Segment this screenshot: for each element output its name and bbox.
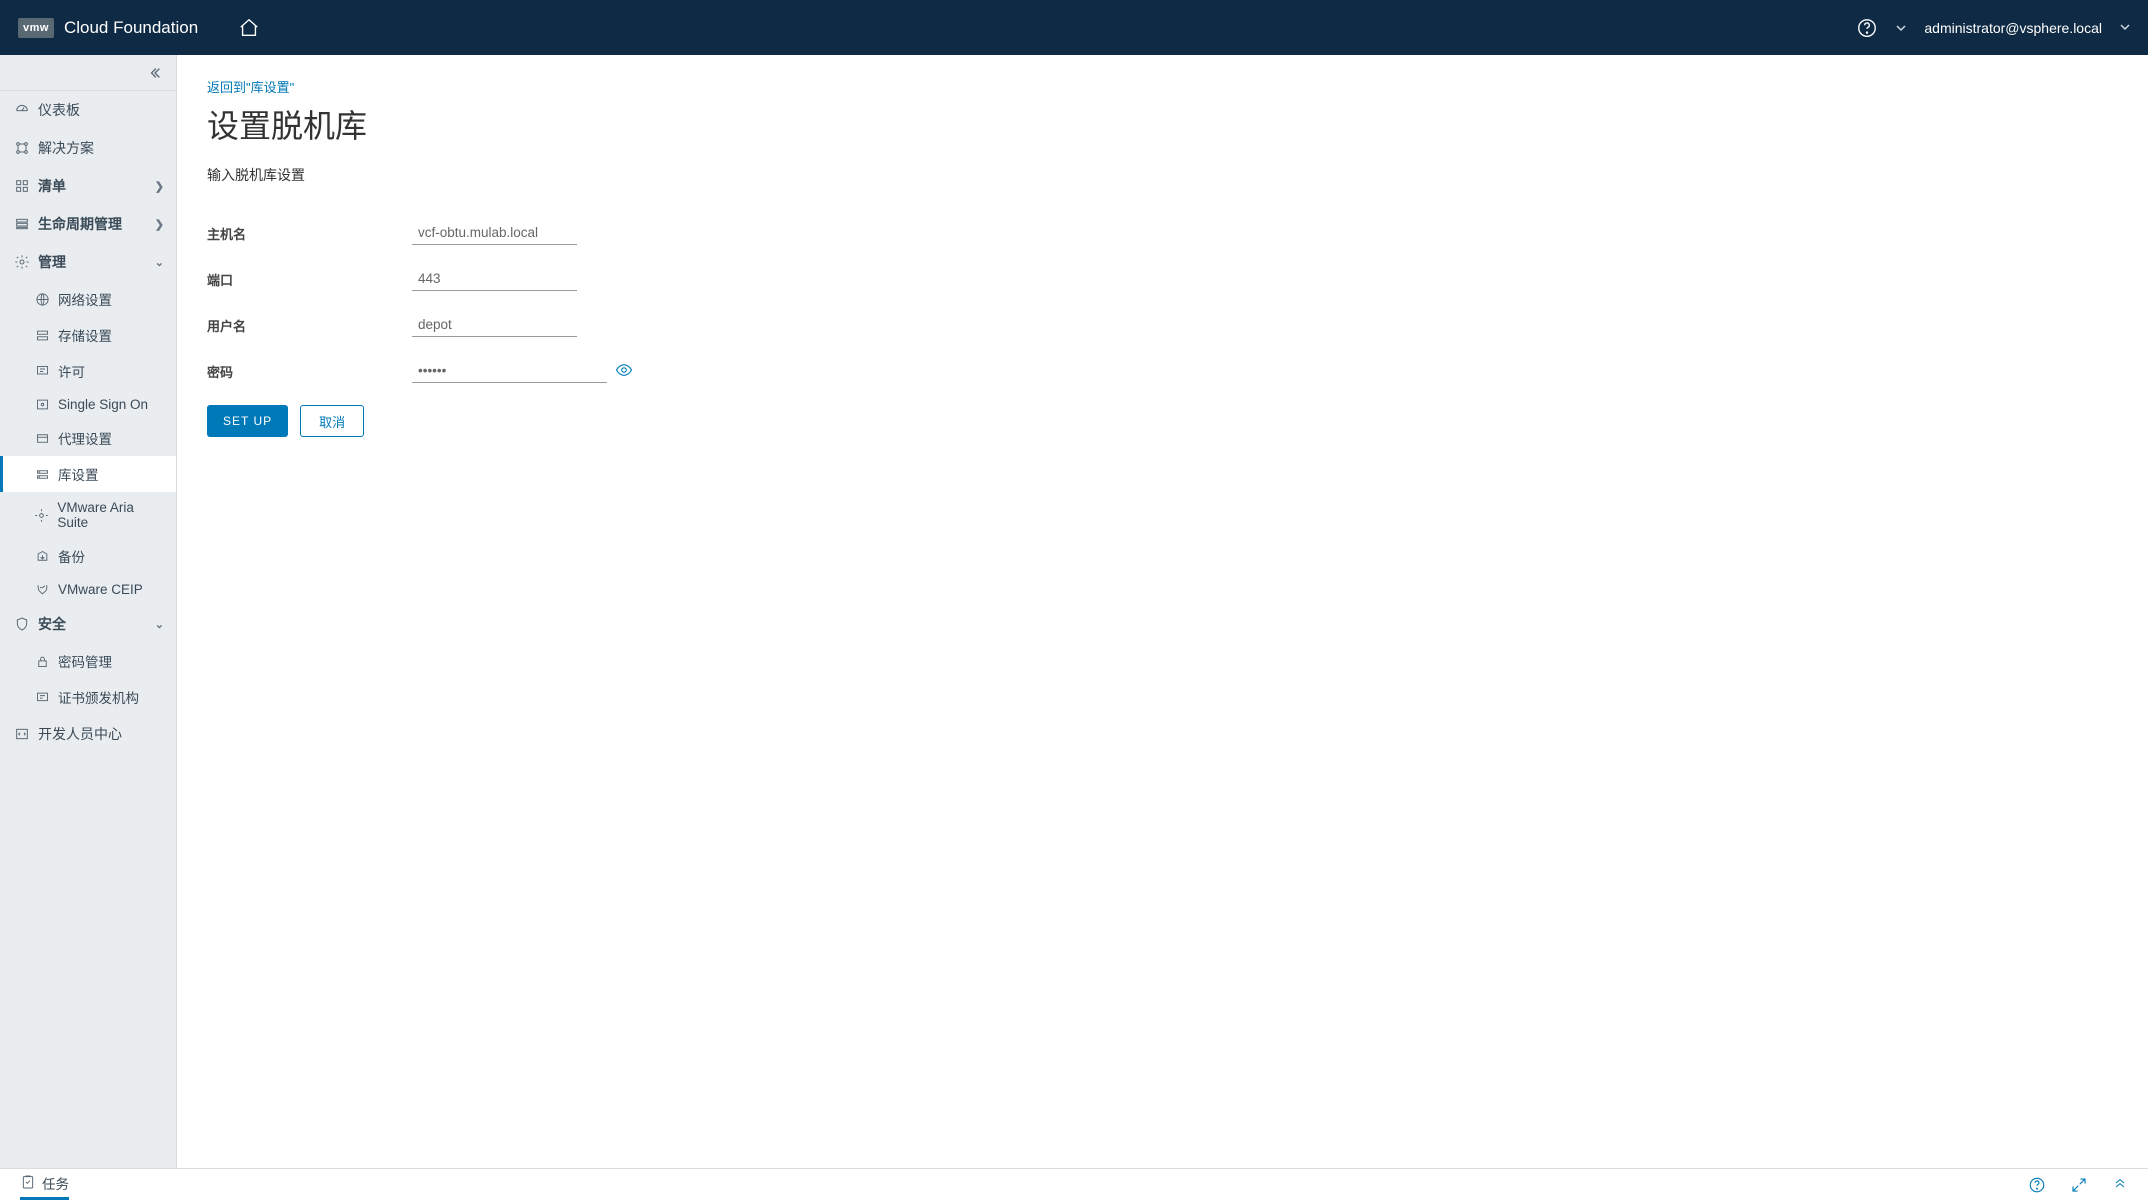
ceip-icon [34,582,50,597]
sidebar-item-label: 开发人员中心 [38,724,122,744]
host-label: 主机名 [207,224,412,243]
cert-icon [34,690,50,705]
sso-icon [34,397,50,412]
chevron-right-icon: ❯ [155,218,164,231]
offline-depot-form: 主机名 端口 用户名 密码 SET UP [207,221,2118,437]
sidebar-sub-label: 库设置 [58,464,99,484]
sidebar-sub-aria[interactable]: VMware Aria Suite [0,492,176,538]
page-subtitle: 输入脱机库设置 [207,165,2118,185]
license-icon [34,364,50,379]
backup-icon [34,549,50,564]
footer-expand-icon[interactable] [2070,1176,2088,1194]
sidebar-sub-sso[interactable]: Single Sign On [0,389,176,420]
sidebar-item-label: 仪表板 [38,100,80,120]
sidebar-item-label: 解决方案 [38,138,94,158]
sidebar-item-devcenter[interactable]: 开发人员中心 [0,715,176,753]
header-menu-toggle[interactable] [1896,23,1906,33]
footer-tab-label: 任务 [42,1173,69,1193]
password-input[interactable] [412,359,607,383]
proxy-icon [34,431,50,446]
sidebar-item-label: 清单 [38,176,66,196]
vendor-logo: vmw [18,18,54,38]
footer-bar: 任务 [0,1168,2148,1200]
sidebar-sub-label: 网络设置 [58,289,112,309]
sidebar-item-lifecycle[interactable]: 生命周期管理 ❯ [0,205,176,243]
sidebar-sub-proxy[interactable]: 代理设置 [0,420,176,456]
sidebar-sub-backup[interactable]: 备份 [0,538,176,574]
sidebar-sub-cert[interactable]: 证书颁发机构 [0,679,176,715]
sidebar-sub-label: 存储设置 [58,325,112,345]
sidebar-sub-depot[interactable]: 库设置 [0,456,176,492]
sidebar-item-label: 安全 [38,614,66,634]
gear-icon [14,254,30,270]
sidebar-sub-storage[interactable]: 存储设置 [0,317,176,353]
sidebar-item-security[interactable]: 安全 ⌄ [0,605,176,643]
sidebar-sub-label: VMware CEIP [58,582,143,597]
home-icon[interactable] [238,17,260,39]
solutions-icon [14,140,30,156]
sidebar-item-label: 管理 [38,252,66,272]
user-label[interactable]: administrator@vsphere.local [1924,20,2102,36]
devcenter-icon [14,726,30,742]
network-icon [34,292,50,307]
sidebar-sub-license[interactable]: 许可 [0,353,176,389]
sidebar-item-admin[interactable]: 管理 ⌄ [0,243,176,281]
sidebar-sub-label: 密码管理 [58,651,112,671]
inventory-icon [14,178,30,194]
eye-icon[interactable] [615,361,633,384]
sidebar-item-dashboard[interactable]: 仪表板 [0,91,176,129]
product-name: Cloud Foundation [64,18,198,38]
lifecycle-icon [14,216,30,232]
footer-help-icon[interactable] [2028,1176,2046,1194]
port-input[interactable] [412,267,577,291]
depot-icon [34,467,50,482]
chevron-right-icon: ❯ [155,180,164,193]
sidebar: 仪表板 解决方案 清单 ❯ 生命周期管理 ❯ 管理 ⌄ 网络设置 存储设置 [0,55,177,1168]
page-title: 设置脱机库 [207,101,2118,147]
tasks-icon [20,1174,36,1193]
sidebar-sub-network[interactable]: 网络设置 [0,281,176,317]
sidebar-sub-label: 备份 [58,546,85,566]
user-input[interactable] [412,313,577,337]
sidebar-item-label: 生命周期管理 [38,214,122,234]
host-input[interactable] [412,221,577,245]
sidebar-collapse-toggle[interactable] [0,55,176,91]
sidebar-sub-label: 证书颁发机构 [58,687,139,707]
sidebar-item-solutions[interactable]: 解决方案 [0,129,176,167]
main-content: 返回到"库设置" 设置脱机库 输入脱机库设置 主机名 端口 用户名 密码 [177,55,2148,1168]
help-icon[interactable] [1856,17,1878,39]
aria-icon [34,508,49,523]
storage-icon [34,328,50,343]
footer-collapse-up-icon[interactable] [2112,1177,2128,1193]
user-label: 用户名 [207,316,412,335]
sidebar-sub-password[interactable]: 密码管理 [0,643,176,679]
sidebar-sub-label: Single Sign On [58,397,148,412]
user-menu-chevron-icon[interactable] [2120,21,2130,35]
back-link[interactable]: 返回到"库设置" [207,80,294,95]
app-header: vmw Cloud Foundation administrator@vsphe… [0,0,2148,55]
sidebar-item-inventory[interactable]: 清单 ❯ [0,167,176,205]
chevron-down-icon: ⌄ [155,256,164,269]
header-right: administrator@vsphere.local [1856,17,2130,39]
dashboard-icon [14,102,30,118]
cancel-button[interactable]: 取消 [300,405,364,437]
sidebar-sub-label: 代理设置 [58,428,112,448]
password-label: 密码 [207,362,412,381]
shield-icon [14,616,30,632]
sidebar-sub-label: VMware Aria Suite [57,500,164,530]
sidebar-sub-ceip[interactable]: VMware CEIP [0,574,176,605]
chevron-down-icon: ⌄ [155,618,164,631]
port-label: 端口 [207,270,412,289]
lock-icon [34,654,50,669]
setup-button[interactable]: SET UP [207,405,288,437]
footer-tab-tasks[interactable]: 任务 [20,1169,69,1200]
sidebar-sub-label: 许可 [58,361,85,381]
